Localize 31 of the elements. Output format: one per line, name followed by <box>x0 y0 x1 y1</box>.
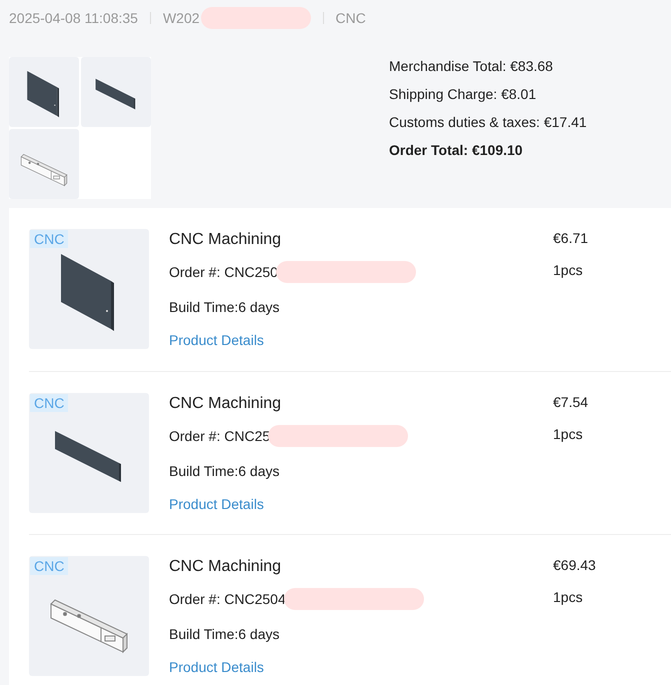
order-id: W202 <box>162 8 200 28</box>
product-details-link[interactable]: Product Details <box>169 331 264 349</box>
item-price: €6.71 <box>553 229 588 247</box>
category-tag: CNC <box>30 394 68 412</box>
category-tag: CNC <box>30 557 68 575</box>
build-time: Build Time:6 days <box>169 298 280 316</box>
product-details-link[interactable]: Product Details <box>169 495 264 513</box>
summary-line: Customs duties & taxes: €17.41 <box>389 113 587 131</box>
item-quantity: 1pcs <box>553 425 584 443</box>
build-time: Build Time:6 days <box>169 625 280 643</box>
order-number: Order #: CNC250 <box>169 263 278 281</box>
order-number: Order #: CNC2504 <box>169 590 286 608</box>
item-title: CNC Machining <box>169 394 282 414</box>
product-details-link[interactable]: Product Details <box>169 658 264 676</box>
category-tag: CNC <box>30 230 68 248</box>
summary-line: Merchandise Total: €83.68 <box>389 57 554 75</box>
part-thumbnail[interactable] <box>81 57 151 127</box>
order-category: CNC <box>336 8 366 28</box>
item-price: €7.54 <box>553 393 588 411</box>
item-title: CNC Machining <box>169 557 282 577</box>
summary-line: Shipping Charge: €8.01 <box>389 85 538 103</box>
item-quantity: 1pcs <box>553 261 584 279</box>
build-time: Build Time:6 days <box>169 462 280 480</box>
item-quantity: 1pcs <box>553 588 584 606</box>
part-thumbnail[interactable] <box>9 129 79 199</box>
order-date: 2025-04-08 11:08:35 <box>9 8 138 28</box>
item-price: €69.43 <box>553 556 596 574</box>
item-title: CNC Machining <box>169 230 282 250</box>
part-thumbnail[interactable] <box>9 57 79 127</box>
order-total: Order Total: €109.10 <box>389 141 524 159</box>
order-number: Order #: CNC25 <box>169 427 270 445</box>
